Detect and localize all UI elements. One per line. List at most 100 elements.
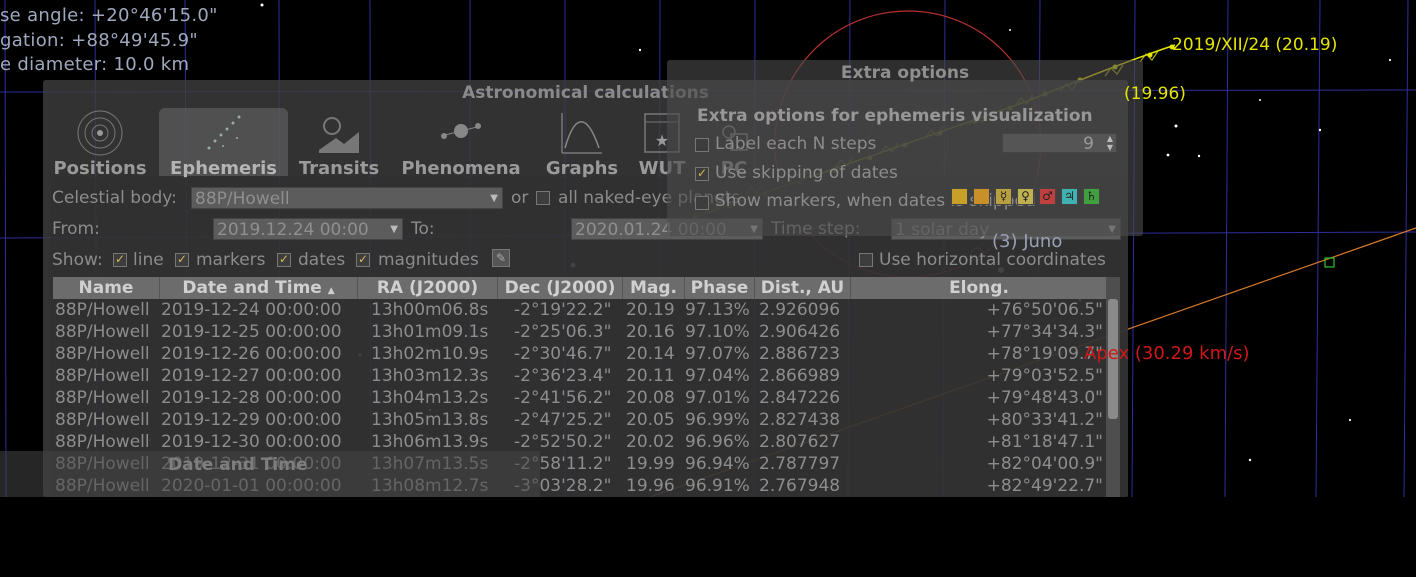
show-dates-checkbox[interactable]: ✓ [277, 253, 291, 267]
planet-color-swatch[interactable]: ♂ [1039, 188, 1056, 205]
extra-subtitle: Extra options for ephemeris visualizatio… [697, 106, 1093, 126]
table-cell: 97.01% [685, 388, 750, 408]
phenomena-icon [440, 123, 482, 139]
apex-label[interactable]: Apex (30.29 km/s) [1084, 343, 1250, 364]
table-cell: 2019-12-29 00:00:00 [161, 410, 342, 430]
tab-phenomena-label: Phenomena [401, 158, 521, 179]
tab-transits[interactable]: Transits [296, 108, 382, 179]
celestial-body-select[interactable]: 88P/Howell ▼ [191, 187, 503, 209]
table-cell: 19.96 [626, 476, 675, 496]
info-elongation: gation: +88°49'45.9" [0, 30, 198, 51]
from-label: From: [52, 219, 100, 239]
planet-color-swatch[interactable]: ♄ [1083, 188, 1100, 205]
use-horizontal-label: Use horizontal coordinates [879, 250, 1106, 270]
naked-eye-checkbox[interactable] [536, 191, 550, 205]
table-cell: 13h00m06.8s [371, 300, 489, 320]
show-markers-checkbox[interactable]: ✓ [175, 253, 189, 267]
table-cell: 88P/Howell [55, 344, 150, 364]
table-header: Name Date and Time ▲ RA (J2000) Dec (J20… [53, 277, 1108, 299]
table-scrollbar[interactable] [1106, 277, 1120, 497]
table-row[interactable]: 88P/Howell 2019-12-26 00:00:00 13h02m10.9s… [53, 343, 1108, 365]
table-cell: 20.16 [626, 322, 675, 342]
planet-color-swatch[interactable]: ☿ [995, 188, 1012, 205]
table-cell: 13h03m12.3s [371, 366, 489, 386]
table-row[interactable]: 88P/Howell 2019-12-30 00:00:00 13h06m13.9s… [53, 431, 1108, 453]
table-row[interactable]: 88P/Howell 2019-12-25 00:00:00 13h01m09.1s… [53, 321, 1108, 343]
use-skipping-checkbox[interactable]: ✓ [695, 167, 709, 181]
planet-color-swatch[interactable]: ♀ [1017, 188, 1034, 205]
chevron-down-icon: ▼ [490, 193, 498, 204]
table-cell: 96.99% [685, 410, 750, 430]
col-header-phase[interactable]: Phase [685, 277, 755, 299]
table-cell: 2019-12-27 00:00:00 [161, 366, 342, 386]
table-cell: -2°36'23.4" [514, 366, 612, 386]
chevron-down-icon: ▼ [390, 224, 398, 235]
col-header-dist[interactable]: Dist., AU [755, 277, 851, 299]
date-time-title: Date and Time [168, 455, 308, 475]
table-cell: 2.767948 [759, 476, 841, 496]
label-each-value: 9 [1083, 134, 1094, 154]
table-cell: 2.866989 [759, 366, 841, 386]
or-label: or [511, 188, 529, 208]
planet-color-swatch[interactable]: ♃ [1061, 188, 1078, 205]
table-cell: +82°04'00.9" [986, 454, 1103, 474]
wrench-icon: ✎ [495, 251, 507, 265]
extra-options-button[interactable]: ✎ [492, 249, 510, 267]
table-cell: -2°30'46.7" [514, 344, 612, 364]
table-row[interactable]: 88P/Howell 2019-12-28 00:00:00 13h04m13.2s… [53, 387, 1108, 409]
table-cell: 2.807627 [759, 432, 841, 452]
label-each-spinbox[interactable]: 9 ▲ ▼ [1002, 133, 1117, 154]
col-header-ra[interactable]: RA (J2000) [358, 277, 498, 299]
date-time-dialog[interactable]: Date and Time [0, 451, 540, 497]
table-cell: 2019-12-26 00:00:00 [161, 344, 342, 364]
table-cell: 2019-12-30 00:00:00 [161, 432, 342, 452]
extra-options-window[interactable]: Extra options Extra options for ephemeri… [667, 60, 1143, 236]
table-cell: 2.787797 [759, 454, 841, 474]
table-cell: 20.14 [626, 344, 675, 364]
table-cell: 2.886723 [759, 344, 841, 364]
table-cell: +78°19'09.7" [986, 344, 1103, 364]
tab-positions[interactable]: Positions [52, 108, 148, 179]
table-cell: 2.926096 [759, 300, 841, 320]
label-each-checkbox[interactable] [695, 138, 709, 152]
planet-color-swatch[interactable] [951, 188, 968, 205]
tab-ephemeris[interactable]: Ephemeris [159, 108, 288, 179]
table-cell: 20.08 [626, 388, 675, 408]
tab-graphs[interactable]: Graphs [539, 108, 625, 179]
show-magnitudes-checkbox[interactable]: ✓ [356, 253, 370, 267]
col-header-mag[interactable]: Mag. [623, 277, 685, 299]
sort-ascending-icon: ▲ [327, 286, 335, 296]
table-cell: 13h02m10.9s [371, 344, 489, 364]
table-cell: 96.91% [685, 476, 750, 496]
solar-system-icon [77, 110, 123, 156]
table-cell: 20.02 [626, 432, 675, 452]
table-cell: 2019-12-25 00:00:00 [161, 322, 342, 342]
table-cell: 20.11 [626, 366, 675, 386]
ephemeris-icon [207, 115, 240, 150]
table-cell: +77°34'34.3" [986, 322, 1103, 342]
show-line-checkbox[interactable]: ✓ [113, 253, 127, 267]
show-markers-skipped-checkbox[interactable] [695, 196, 709, 210]
table-row[interactable]: 88P/Howell 2019-12-29 00:00:00 13h05m13.8s… [53, 409, 1108, 431]
table-row[interactable]: 88P/Howell 2019-12-27 00:00:00 13h03m12.3s… [53, 365, 1108, 387]
table-cell: -2°25'06.3" [514, 322, 612, 342]
planet-color-swatch[interactable] [973, 188, 990, 205]
extra-window-title: Extra options [840, 63, 970, 83]
col-header-elong[interactable]: Elong. [851, 277, 1108, 299]
ephemeris-table[interactable]: Name Date and Time ▲ RA (J2000) Dec (J20… [53, 277, 1108, 577]
use-horizontal-checkbox[interactable] [859, 253, 873, 267]
show-line-label: line [133, 250, 164, 270]
from-datetime-field[interactable]: 2019.12.24 00:00 ▼ [213, 218, 403, 240]
col-header-dec[interactable]: Dec (J2000) [498, 277, 623, 299]
table-cell: -2°52'50.2" [514, 432, 612, 452]
table-row[interactable]: 88P/Howell 2019-12-24 00:00:00 13h00m06.8s… [53, 299, 1108, 321]
col-header-name[interactable]: Name [53, 277, 160, 299]
table-cell: -2°47'25.2" [514, 410, 612, 430]
juno-label[interactable]: (3) Juno [992, 231, 1062, 252]
show-markers-label: markers [196, 250, 266, 270]
table-cell: 20.19 [626, 300, 675, 320]
col-header-date[interactable]: Date and Time ▲ [160, 277, 358, 299]
table-cell: 88P/Howell [55, 432, 150, 452]
table-cell: +80°33'41.2" [986, 410, 1103, 430]
tab-phenomena[interactable]: Phenomena [399, 108, 523, 179]
